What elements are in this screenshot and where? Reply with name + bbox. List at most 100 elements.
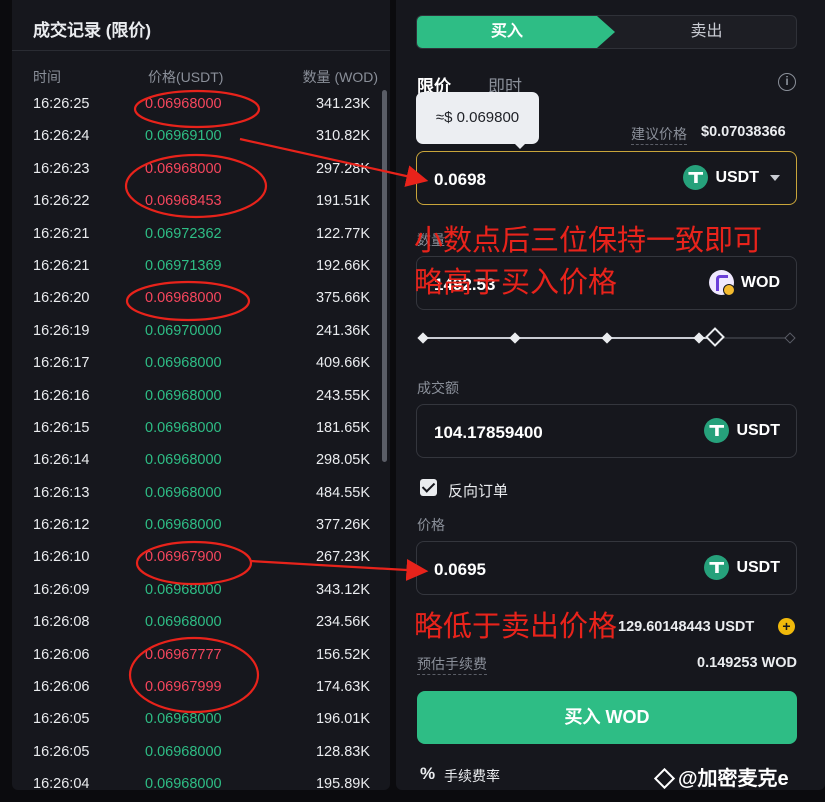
- binance-square-icon: [652, 766, 674, 788]
- trade-qty: 377.26K: [315, 517, 370, 534]
- trade-qty: 375.66K: [315, 290, 370, 307]
- trade-row: 16:26:08 0.06968000 234.56K: [12, 606, 382, 638]
- trade-row: 16:26:15 0.06968000 181.65K: [12, 412, 382, 444]
- trade-qty: 122.77K: [315, 225, 370, 242]
- usdt-icon: [704, 555, 730, 580]
- price-coin-selector[interactable]: USDT: [683, 165, 780, 190]
- trade-price: 0.06968000: [145, 743, 222, 760]
- trade-time: 16:26:10: [33, 549, 90, 566]
- trade-time: 16:26:06: [33, 679, 90, 696]
- trade-time: 16:26:15: [33, 419, 90, 436]
- usdt-icon: [683, 165, 709, 190]
- trade-qty: 297.28K: [315, 160, 370, 177]
- price-value: 0.0698: [434, 170, 486, 189]
- trade-row: 16:26:17 0.06968000 409.66K: [12, 347, 382, 379]
- slider-tick-100[interactable]: [784, 332, 796, 344]
- trade-qty: 341.23K: [315, 96, 370, 112]
- trade-time: 16:26:05: [33, 711, 90, 728]
- side-tabs: 买入 卖出: [416, 15, 797, 49]
- annotation-note-sell: 略低于卖出价格: [414, 611, 618, 643]
- trade-time: 16:26:14: [33, 452, 90, 469]
- price-coin-label: USDT: [715, 168, 759, 186]
- trade-time: 16:26:24: [33, 128, 90, 145]
- trade-price: 0.06968000: [145, 776, 222, 790]
- trade-list: 16:26:25 0.06968000 341.23K 16:26:24 0.06969…: [12, 88, 382, 790]
- price-input[interactable]: 0.0698 USDT: [416, 151, 797, 205]
- amount-slider-rest[interactable]: [716, 337, 790, 339]
- trade-price: 0.06969100: [145, 128, 222, 145]
- trade-qty: 181.65K: [315, 419, 370, 436]
- reverse-price-coin-label: USDT: [736, 558, 780, 576]
- slider-tick-25[interactable]: [509, 332, 521, 344]
- tooltip-arrow: [513, 142, 527, 149]
- trade-price: 0.06968000: [145, 614, 222, 631]
- total-input[interactable]: 104.17859400 USDT: [416, 404, 797, 458]
- trade-row: 16:26:22 0.06968453 191.51K: [12, 185, 382, 217]
- info-icon[interactable]: i: [778, 73, 796, 91]
- trade-price: 0.06972362: [145, 225, 222, 242]
- trade-history-title: 成交记录 (限价): [33, 21, 152, 40]
- caret-down-icon: [770, 174, 780, 181]
- reverse-order-label[interactable]: 反向订单: [448, 480, 508, 501]
- amount-coin-label: WOD: [740, 273, 780, 291]
- slider-tick-50[interactable]: [601, 332, 613, 344]
- slider-tick-0[interactable]: [417, 332, 429, 344]
- trade-row: 16:26:05 0.06968000 128.83K: [12, 736, 382, 768]
- fee-rate-link[interactable]: 手续费率: [444, 766, 500, 786]
- trade-row: 16:26:12 0.06968000 377.26K: [12, 509, 382, 541]
- tab-sell[interactable]: 卖出: [615, 16, 796, 48]
- total-label: 成交额: [417, 380, 459, 396]
- trade-time: 16:26:25: [33, 96, 90, 112]
- reverse-price-input[interactable]: 0.0695 USDT: [416, 541, 797, 595]
- buy-wod-button[interactable]: 买入 WOD: [417, 691, 797, 744]
- column-header-qty: 数量 (WOD): [302, 69, 378, 85]
- trade-price: 0.06967999: [145, 679, 222, 696]
- reverse-price-value: 0.0695: [434, 560, 486, 579]
- trade-qty: 192.66K: [315, 257, 370, 274]
- available-balance: 129.60148443 USDT: [618, 619, 755, 635]
- trade-row: 16:26:23 0.06968000 297.28K: [12, 153, 382, 185]
- watermark: @加密麦克e: [652, 762, 789, 791]
- trade-price: 0.06968000: [145, 484, 222, 501]
- estimated-fee-label[interactable]: 预估手续费: [417, 654, 487, 675]
- trade-time: 16:26:22: [33, 193, 90, 210]
- trade-qty: 128.83K: [315, 743, 370, 760]
- trade-qty: 484.55K: [315, 484, 370, 501]
- trade-qty: 241.36K: [315, 322, 370, 339]
- divider: [12, 50, 390, 51]
- deposit-plus-icon[interactable]: +: [778, 618, 795, 635]
- trade-time: 16:26:04: [33, 776, 90, 790]
- trade-qty: 343.12K: [315, 581, 370, 598]
- trade-qty: 409.66K: [315, 355, 370, 372]
- reverse-price-label: 价格: [417, 517, 445, 533]
- trade-price: 0.06970000: [145, 322, 222, 339]
- trade-time: 16:26:20: [33, 290, 90, 307]
- trade-price: 0.06968000: [145, 355, 222, 372]
- column-header-price: 价格(USDT): [148, 69, 224, 85]
- trade-price: 0.06968453: [145, 193, 222, 210]
- suggested-price-label[interactable]: 建议价格: [631, 124, 687, 145]
- total-value: 104.17859400: [434, 423, 543, 442]
- trade-price: 0.06968000: [145, 290, 222, 307]
- trade-qty: 310.82K: [315, 128, 370, 145]
- trade-qty: 191.51K: [315, 193, 370, 210]
- trade-time: 16:26:09: [33, 581, 90, 598]
- annotation-note-buy: 略高于买入价格: [414, 267, 618, 299]
- trade-row: 16:26:06 0.06967777 156.52K: [12, 639, 382, 671]
- reverse-order-checkbox[interactable]: [420, 479, 437, 496]
- trade-qty: 243.55K: [315, 387, 370, 404]
- trade-qty: 196.01K: [315, 711, 370, 728]
- trade-row: 16:26:06 0.06967999 174.63K: [12, 671, 382, 703]
- scrollbar-thumb[interactable]: [382, 90, 387, 462]
- wod-icon: [708, 270, 735, 296]
- trade-qty: 267.23K: [315, 549, 370, 566]
- tab-buy[interactable]: 买入: [417, 16, 615, 48]
- trade-qty: 234.56K: [315, 614, 370, 631]
- trade-qty: 174.63K: [315, 679, 370, 696]
- slider-tick-75[interactable]: [693, 332, 705, 344]
- price-tooltip: ≈$ 0.069800: [416, 92, 539, 144]
- amount-slider-handle[interactable]: [705, 327, 725, 347]
- percent-icon[interactable]: %: [420, 764, 435, 784]
- trade-time: 16:26:13: [33, 484, 90, 501]
- total-coin-label: USDT: [736, 421, 780, 439]
